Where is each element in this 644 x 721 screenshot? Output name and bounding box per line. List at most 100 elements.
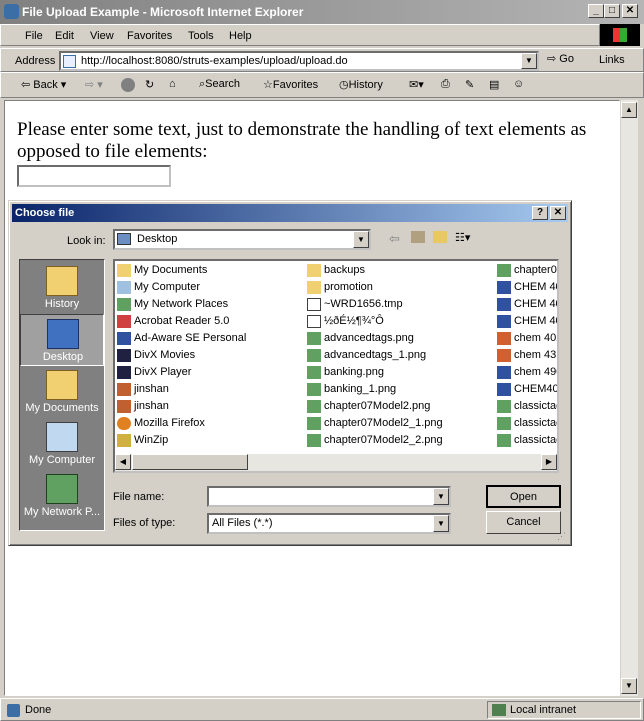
forward-button[interactable]: ⇨ ▾ xyxy=(85,78,103,91)
scroll-up-icon[interactable]: ▲ xyxy=(621,102,637,118)
print-icon[interactable]: ⎙ xyxy=(441,78,450,91)
menu-file[interactable]: File xyxy=(25,30,43,42)
scroll-thumb[interactable] xyxy=(132,454,248,470)
up-folder-icon[interactable] xyxy=(411,231,425,243)
edit-icon[interactable]: ✎ xyxy=(465,78,474,91)
new-folder-icon[interactable] xyxy=(433,231,447,243)
scroll-right-icon[interactable]: ▶ xyxy=(541,454,557,470)
favorites-button[interactable]: ☆Favorites xyxy=(263,78,318,91)
list-item[interactable]: ½ðÉ½¶¾°Ô xyxy=(307,314,443,331)
back-button[interactable]: ⇦ Back ▾ xyxy=(21,78,66,91)
list-item[interactable]: CHEM 402 xyxy=(497,314,557,331)
folder-icon xyxy=(307,281,321,294)
maximize-button[interactable]: □ xyxy=(604,4,620,18)
horizontal-scrollbar[interactable]: ◀ ▶ xyxy=(115,454,557,471)
list-item[interactable]: Ad-Aware SE Personal xyxy=(117,331,246,348)
list-item[interactable]: ~WRD1656.tmp xyxy=(307,297,443,314)
refresh-icon[interactable]: ↻ xyxy=(145,78,154,91)
list-item[interactable]: chem 490 xyxy=(497,365,557,382)
list-item[interactable]: DivX Player xyxy=(117,365,246,382)
windows-logo xyxy=(600,24,640,46)
back-folder-icon[interactable]: ⇦ xyxy=(389,231,400,247)
file-name-combo[interactable]: ▼ xyxy=(207,486,451,507)
list-item[interactable]: advancedtags_1.png xyxy=(307,348,443,365)
menu-favorites[interactable]: Favorites xyxy=(127,30,172,42)
home-icon[interactable]: ⌂ xyxy=(169,78,176,90)
view-menu-icon[interactable]: ☷▾ xyxy=(455,231,470,244)
text-input[interactable] xyxy=(17,165,171,187)
go-arrow-icon: ⇨ xyxy=(547,53,557,65)
list-item[interactable]: Mozilla Firefox xyxy=(117,416,246,433)
menu-help[interactable]: Help xyxy=(229,30,252,42)
go-button[interactable]: ⇨ Go xyxy=(547,52,574,65)
menu-edit[interactable]: Edit xyxy=(55,30,74,42)
shortcut-icon xyxy=(117,315,131,328)
list-item[interactable]: banking_1.png xyxy=(307,382,443,399)
vertical-scrollbar[interactable]: ▲ ▼ xyxy=(620,100,638,696)
look-in-combo[interactable]: Desktop ▼ xyxy=(113,229,371,250)
list-item[interactable]: WinZip xyxy=(117,433,246,450)
list-item[interactable]: CHEM 401 xyxy=(497,280,557,297)
place-my-documents[interactable]: My Documents xyxy=(20,366,104,418)
dialog-help-button[interactable]: ? xyxy=(532,206,548,220)
files-of-type-value: All Files (*.*) xyxy=(212,517,273,529)
close-button[interactable]: ✕ xyxy=(622,4,638,18)
list-item[interactable]: advancedtags.png xyxy=(307,331,443,348)
list-item[interactable]: CHEM402 xyxy=(497,382,557,399)
menu-bar: File Edit View Favorites Tools Help xyxy=(0,24,600,46)
my-computer-icon xyxy=(46,422,78,452)
place-history[interactable]: History xyxy=(20,262,104,314)
files-of-type-combo[interactable]: All Files (*.*) ▼ xyxy=(207,513,451,534)
word-doc-icon xyxy=(497,315,511,328)
list-item[interactable]: My Documents xyxy=(117,263,246,280)
scroll-down-icon[interactable]: ▼ xyxy=(621,678,637,694)
list-item[interactable]: jinshan xyxy=(117,382,246,399)
list-item[interactable]: chapter07Model2_2.png xyxy=(307,433,443,450)
stop-icon[interactable] xyxy=(121,78,135,92)
history-label: History xyxy=(348,79,383,91)
resize-grip-icon[interactable]: ⋰ xyxy=(557,531,566,542)
menu-view[interactable]: View xyxy=(90,30,114,42)
list-item[interactable]: chapter07Model2.png xyxy=(307,399,443,416)
list-item[interactable]: backups xyxy=(307,263,443,280)
file-list[interactable]: My Documents My Computer My Network Plac… xyxy=(113,259,559,473)
window-title: File Upload Example - Microsoft Internet… xyxy=(22,5,304,19)
address-dropdown-icon[interactable]: ▼ xyxy=(521,53,537,69)
minimize-button[interactable]: _ xyxy=(588,4,604,18)
list-item[interactable]: promotion xyxy=(307,280,443,297)
list-item[interactable]: classictag xyxy=(497,416,557,433)
place-my-network[interactable]: My Network P... xyxy=(20,470,104,522)
address-field[interactable]: http://localhost:8080/struts-examples/up… xyxy=(59,51,539,71)
history-button[interactable]: ◷History xyxy=(339,78,383,91)
list-item[interactable]: classictag xyxy=(497,433,557,450)
search-button[interactable]: ⌕Search xyxy=(199,78,240,91)
list-item[interactable]: CHEM 402 xyxy=(497,297,557,314)
files-of-type-dropdown-icon[interactable]: ▼ xyxy=(433,515,449,532)
list-item[interactable]: chem 402 xyxy=(497,331,557,348)
list-item[interactable]: chapter07Model2_1.png xyxy=(307,416,443,433)
cancel-button[interactable]: Cancel xyxy=(486,511,561,534)
discuss-icon[interactable]: ▤ xyxy=(489,78,499,91)
scroll-left-icon[interactable]: ◀ xyxy=(115,454,131,470)
word-doc-icon xyxy=(497,366,511,379)
list-item[interactable]: DivX Movies xyxy=(117,348,246,365)
messenger-icon[interactable]: ☺ xyxy=(513,78,524,90)
list-item[interactable]: jinshan xyxy=(117,399,246,416)
look-in-dropdown-icon[interactable]: ▼ xyxy=(353,231,369,248)
mail-icon[interactable]: ✉▾ xyxy=(409,78,424,91)
list-item[interactable]: chem 431 xyxy=(497,348,557,365)
list-item[interactable]: My Computer xyxy=(117,280,246,297)
place-desktop[interactable]: Desktop xyxy=(20,314,104,366)
place-my-computer[interactable]: My Computer xyxy=(20,418,104,470)
list-item[interactable]: My Network Places xyxy=(117,297,246,314)
file-icon xyxy=(307,298,321,311)
menu-tools[interactable]: Tools xyxy=(188,30,214,42)
open-button[interactable]: Open xyxy=(486,485,561,508)
links-label[interactable]: Links xyxy=(599,54,625,66)
list-item[interactable]: Acrobat Reader 5.0 xyxy=(117,314,246,331)
list-item[interactable]: classictag xyxy=(497,399,557,416)
list-item[interactable]: banking.png xyxy=(307,365,443,382)
file-name-dropdown-icon[interactable]: ▼ xyxy=(433,488,449,505)
dialog-close-button[interactable]: ✕ xyxy=(550,206,566,220)
list-item[interactable]: chapter07 xyxy=(497,263,557,280)
